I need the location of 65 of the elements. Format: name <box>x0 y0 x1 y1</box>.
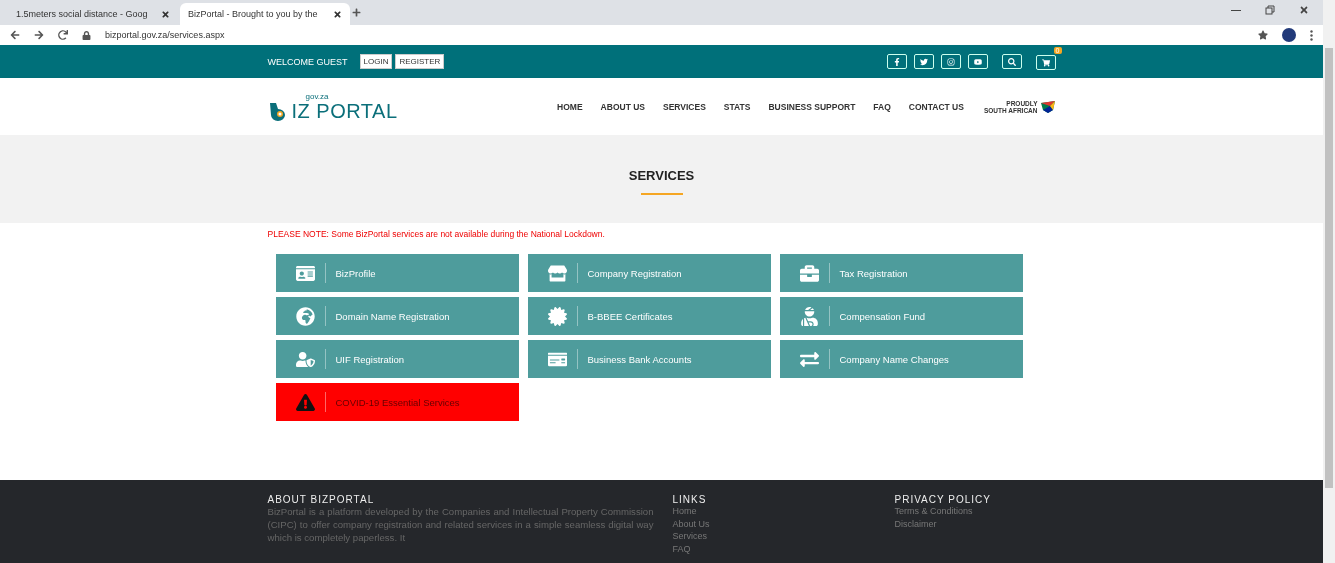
footer-link[interactable]: Home <box>672 505 876 518</box>
badge-icon <box>547 306 567 326</box>
auth-button[interactable]: REGISTER <box>395 54 445 69</box>
service-tile[interactable]: Business Bank Accounts <box>527 340 771 378</box>
page-title: SERVICES <box>628 167 695 183</box>
footer-link[interactable]: About Us <box>672 517 876 530</box>
lock-icon <box>82 30 91 40</box>
footer-link[interactable]: Services <box>672 530 876 543</box>
close-icon[interactable] <box>333 9 342 19</box>
nav-link[interactable]: BUSINESS SUPPORT <box>768 101 856 112</box>
footer-heading: LINKS <box>672 494 708 505</box>
service-tile[interactable]: Domain Name Registration <box>275 297 519 335</box>
service-tile[interactable]: COVID-19 Essential Services <box>275 383 519 421</box>
twitter-icon[interactable] <box>913 54 934 69</box>
menu-icon[interactable] <box>1310 29 1313 41</box>
nav-link[interactable]: SERVICES <box>663 101 706 112</box>
welcome-text: WELCOME GUEST <box>267 56 348 67</box>
logo-text: IZ PORTAL <box>291 100 398 121</box>
browser-tab[interactable]: BizPortal - Brought to you by the <box>180 3 350 25</box>
restore-icon[interactable] <box>1265 4 1275 15</box>
facebook-icon[interactable] <box>886 54 907 69</box>
service-tile[interactable]: UIF Registration <box>275 340 519 378</box>
warning-icon <box>295 392 315 412</box>
star-icon[interactable] <box>1258 30 1268 40</box>
nav-link[interactable]: CONTACT US <box>908 101 964 112</box>
id-card-icon <box>295 263 315 283</box>
briefcase-icon <box>799 263 819 283</box>
reload-icon[interactable] <box>58 30 68 40</box>
service-tile[interactable]: B-BBEE Certificates <box>527 297 771 335</box>
footer-link[interactable]: Terms & Conditions <box>894 505 1056 518</box>
search-icon[interactable] <box>1001 54 1022 69</box>
avatar-icon[interactable] <box>1282 28 1296 42</box>
footer-heading: ABOUT BIZPORTAL <box>267 494 376 505</box>
footer-heading: PRIVACY POLICY <box>894 494 992 505</box>
instagram-icon[interactable] <box>940 54 961 69</box>
close-icon[interactable] <box>1299 4 1309 15</box>
store-icon <box>547 263 567 283</box>
service-tile[interactable]: BizProfile <box>275 254 519 292</box>
address-field[interactable]: bizportal.gov.za/services.aspx <box>105 30 225 40</box>
footer-link[interactable]: Disclaimer <box>894 517 1056 530</box>
user-shield-icon <box>295 349 315 369</box>
service-tile[interactable]: Tax Registration <box>779 254 1023 292</box>
cart-icon[interactable] <box>1035 55 1056 70</box>
forward-icon[interactable] <box>34 30 44 40</box>
back-icon[interactable] <box>10 30 20 40</box>
scrollbar-thumb[interactable] <box>1325 48 1333 488</box>
logo-domain: gov.za <box>305 92 330 101</box>
youtube-icon[interactable] <box>967 54 988 69</box>
auth-button[interactable]: LOGIN <box>359 54 393 69</box>
globe-icon <box>295 306 315 326</box>
swap-arrows-icon <box>799 349 819 369</box>
nav-link[interactable]: HOME <box>557 101 583 112</box>
service-tile[interactable]: Compensation Fund <box>779 297 1023 335</box>
flag-badge-icon <box>1039 99 1056 114</box>
nav-link[interactable]: STATS <box>723 101 751 112</box>
nav-link[interactable]: ABOUT US <box>600 101 645 112</box>
worker-icon <box>799 306 819 326</box>
service-tile[interactable]: Company Registration <box>527 254 771 292</box>
browser-tab[interactable]: 1.5meters social distance - Goog <box>8 3 178 25</box>
service-tile[interactable]: Company Name Changes <box>779 340 1023 378</box>
new-tab-icon[interactable] <box>352 8 361 17</box>
nav-link[interactable]: FAQ <box>873 101 891 112</box>
close-icon[interactable] <box>161 9 170 19</box>
notice-text: PLEASE NOTE: Some BizPortal services are not available during the National Lockdown. <box>267 229 606 239</box>
footer-link[interactable]: FAQ <box>672 542 876 555</box>
